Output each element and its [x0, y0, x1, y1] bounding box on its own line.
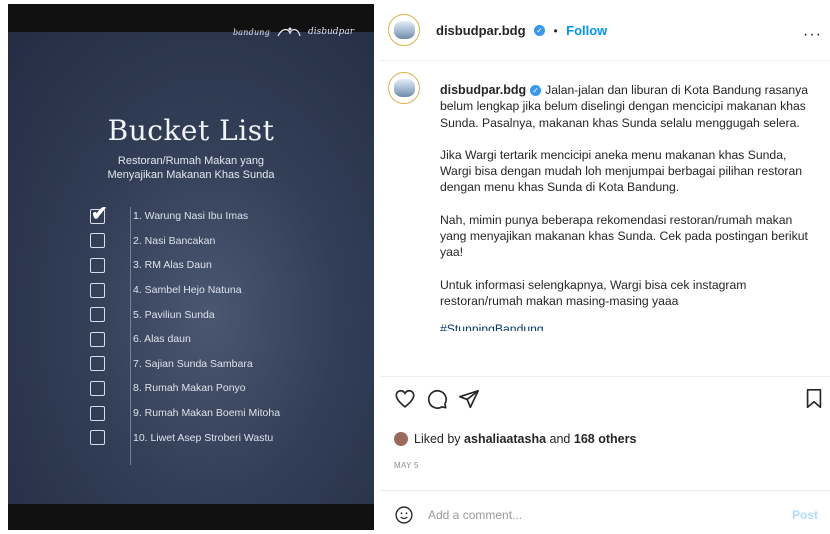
checkbox-checked-icon: ✔ [90, 204, 108, 224]
caption-paragraph-3: Nah, mimin punya beberapa rekomendasi re… [440, 212, 808, 260]
like-heart-icon[interactable] [394, 388, 416, 410]
checkbox-icon [90, 257, 105, 273]
author-username[interactable]: disbudpar.bdg [436, 23, 526, 38]
post-header: disbudpar.bdg ✓ • Follow ··· [380, 0, 830, 60]
likes-summary: Liked by ashaliaatasha and 168 others [394, 432, 636, 446]
checklist-item-label: 1. Warung Nasi Ibu Imas [133, 210, 249, 223]
bandung-logo: bandung [232, 27, 270, 37]
post-details-panel: disbudpar.bdg ✓ • Follow ··· disbudpar.b… [380, 0, 830, 534]
caption-username[interactable]: disbudpar.bdg [440, 83, 526, 97]
action-bar [394, 388, 824, 414]
checklist-item: 3. RM Alas Daun [90, 253, 350, 278]
caption-avatar[interactable] [388, 72, 420, 104]
header-identity: disbudpar.bdg ✓ • Follow [436, 22, 607, 40]
comment-divider [380, 490, 830, 491]
comment-input[interactable]: Add a comment... [428, 508, 522, 522]
checkbox-icon [90, 307, 105, 323]
checkbox-icon [90, 282, 105, 298]
subtitle-line-1: Restoran/Rumah Makan yang [117, 155, 265, 167]
save-bookmark-icon[interactable] [804, 388, 824, 410]
more-options-icon[interactable]: ··· [803, 26, 822, 44]
liked-and: and [549, 432, 571, 446]
instagram-post-view: bandung disbudpar Bucket List Restoran/R… [0, 0, 830, 534]
verified-badge-icon: ✓ [530, 85, 542, 97]
checklist-item: 6. Alas daun [90, 327, 350, 352]
caption-paragraph-1: disbudpar.bdg ✓ Jalan-jalan dan liburan di… [440, 82, 810, 131]
emoji-icon[interactable] [394, 505, 414, 525]
bucket-list-title: Bucket List [107, 114, 275, 147]
liker-avatar[interactable] [394, 432, 408, 446]
checklist-item-label: 7. Sajian Sunda Sambara [133, 357, 253, 370]
checklist-item-label: 9. Rumah Makan Boemi Mitoha [133, 407, 281, 420]
header-separator: • [553, 24, 558, 38]
checklist-item: 8. Rumah Makan Ponyo [90, 376, 350, 401]
caption-hashtag[interactable]: #StunningBandung [440, 321, 810, 331]
checkbox-icon [90, 380, 105, 396]
follow-button[interactable]: Follow [566, 23, 607, 38]
liked-username[interactable]: ashaliaatasha [464, 432, 546, 446]
share-icon[interactable] [458, 388, 480, 410]
bucket-list-subtitle: Restoran/Rumah Makan yang Menyajikan Mak… [8, 154, 374, 182]
comment-bar: Add a comment... Post [394, 503, 824, 527]
caption-paragraph-4: Untuk informasi selengkapnya, Wargi bisa… [440, 277, 747, 308]
liked-others-link[interactable]: 168 others [574, 432, 637, 446]
author-avatar[interactable] [388, 14, 420, 46]
liked-prefix: Liked by [414, 432, 461, 446]
checklist: ✔ 1. Warung Nasi Ibu Imas 2. Nasi Bancakan… [90, 204, 350, 450]
checklist-item-label: 4. Sambel Hejo Natuna [133, 284, 242, 297]
checkmark-icon: ✔ [91, 202, 108, 225]
checklist-item: 4. Sambel Hejo Natuna [90, 278, 350, 303]
comment-icon[interactable] [426, 388, 448, 410]
checklist-item-label: 3. RM Alas Daun [133, 259, 212, 272]
checklist-item: 9. Rumah Makan Boemi Mitoha [90, 401, 350, 426]
post-comment-button[interactable]: Post [792, 508, 818, 522]
checkbox-icon [90, 430, 105, 446]
checklist-item: ✔ 1. Warung Nasi Ibu Imas [90, 204, 350, 229]
checklist-item: 2. Nasi Bancakan [90, 229, 350, 254]
avatar-image [393, 21, 415, 39]
checklist-item-label: 8. Rumah Makan Ponyo [133, 382, 246, 395]
caption-paragraph-2: Jika Wargi tertarik mencicipi aneka menu… [440, 147, 803, 195]
checkbox-icon [90, 233, 105, 249]
checklist-item-label: 6. Alas daun [133, 333, 191, 346]
post-image[interactable]: bandung disbudpar Bucket List Restoran/R… [8, 4, 374, 530]
checklist-item: 10. Liwet Asep Stroberi Wastu [90, 425, 350, 450]
header-divider [380, 60, 830, 61]
subtitle-line-2: Menyajikan Makanan Khas Sunda [107, 169, 275, 181]
logo-group: bandung disbudpar [233, 24, 354, 40]
checklist-item-label: 10. Liwet Asep Stroberi Wastu [133, 431, 274, 444]
post-date[interactable]: MAY 5 [394, 461, 419, 470]
checklist-item-label: 5. Paviliun Sunda [133, 308, 215, 321]
checklist-item: 5. Paviliun Sunda [90, 302, 350, 327]
caption-divider [380, 376, 830, 377]
post-caption: disbudpar.bdg ✓ Jalan-jalan dan liburan di… [440, 82, 810, 347]
ornament-icon [277, 27, 301, 37]
avatar-image [393, 79, 415, 97]
checkbox-icon [90, 356, 105, 372]
checklist-item: 7. Sajian Sunda Sambara [90, 352, 350, 377]
verified-badge-icon: ✓ [534, 25, 546, 37]
disbudpar-logo: disbudpar [307, 27, 354, 37]
checkbox-icon [90, 405, 105, 421]
checklist-item-label: 2. Nasi Bancakan [133, 234, 216, 247]
checkbox-icon [90, 331, 105, 347]
